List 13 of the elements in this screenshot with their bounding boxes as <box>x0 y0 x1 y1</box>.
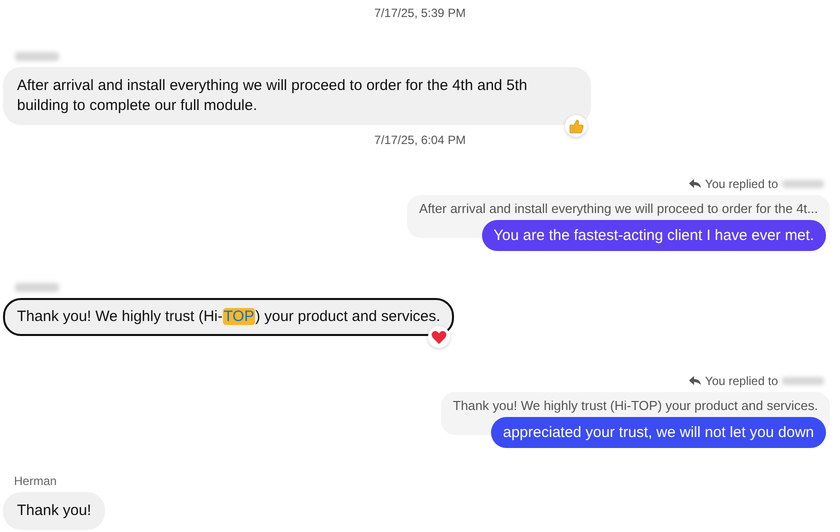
message-bubble[interactable]: After arrival and install everything we will proceed to order for the 4th and 5th building to complete our full module. <box>3 67 591 125</box>
timestamp: 7/17/25, 6:04 PM <box>374 133 466 147</box>
message-bubble[interactable]: Thank you! <box>3 492 106 530</box>
thumbs-up-icon[interactable] <box>565 115 587 137</box>
reply-label: You replied to <box>705 374 778 388</box>
reply-icon <box>689 179 702 189</box>
reply-label: You replied to <box>705 177 778 191</box>
message-bubble[interactable]: You are the fastest-acting client I have ever met. <box>482 220 826 251</box>
timestamp: 7/17/25, 5:39 PM <box>374 6 466 20</box>
sender-name: Herman <box>14 474 57 488</box>
reply-icon <box>689 376 702 386</box>
message-bubble[interactable]: Thank you! We highly trust (Hi-TOP) your product and services. <box>3 298 454 336</box>
message-bubble[interactable]: appreciated your trust, we will not let you down <box>491 417 826 448</box>
